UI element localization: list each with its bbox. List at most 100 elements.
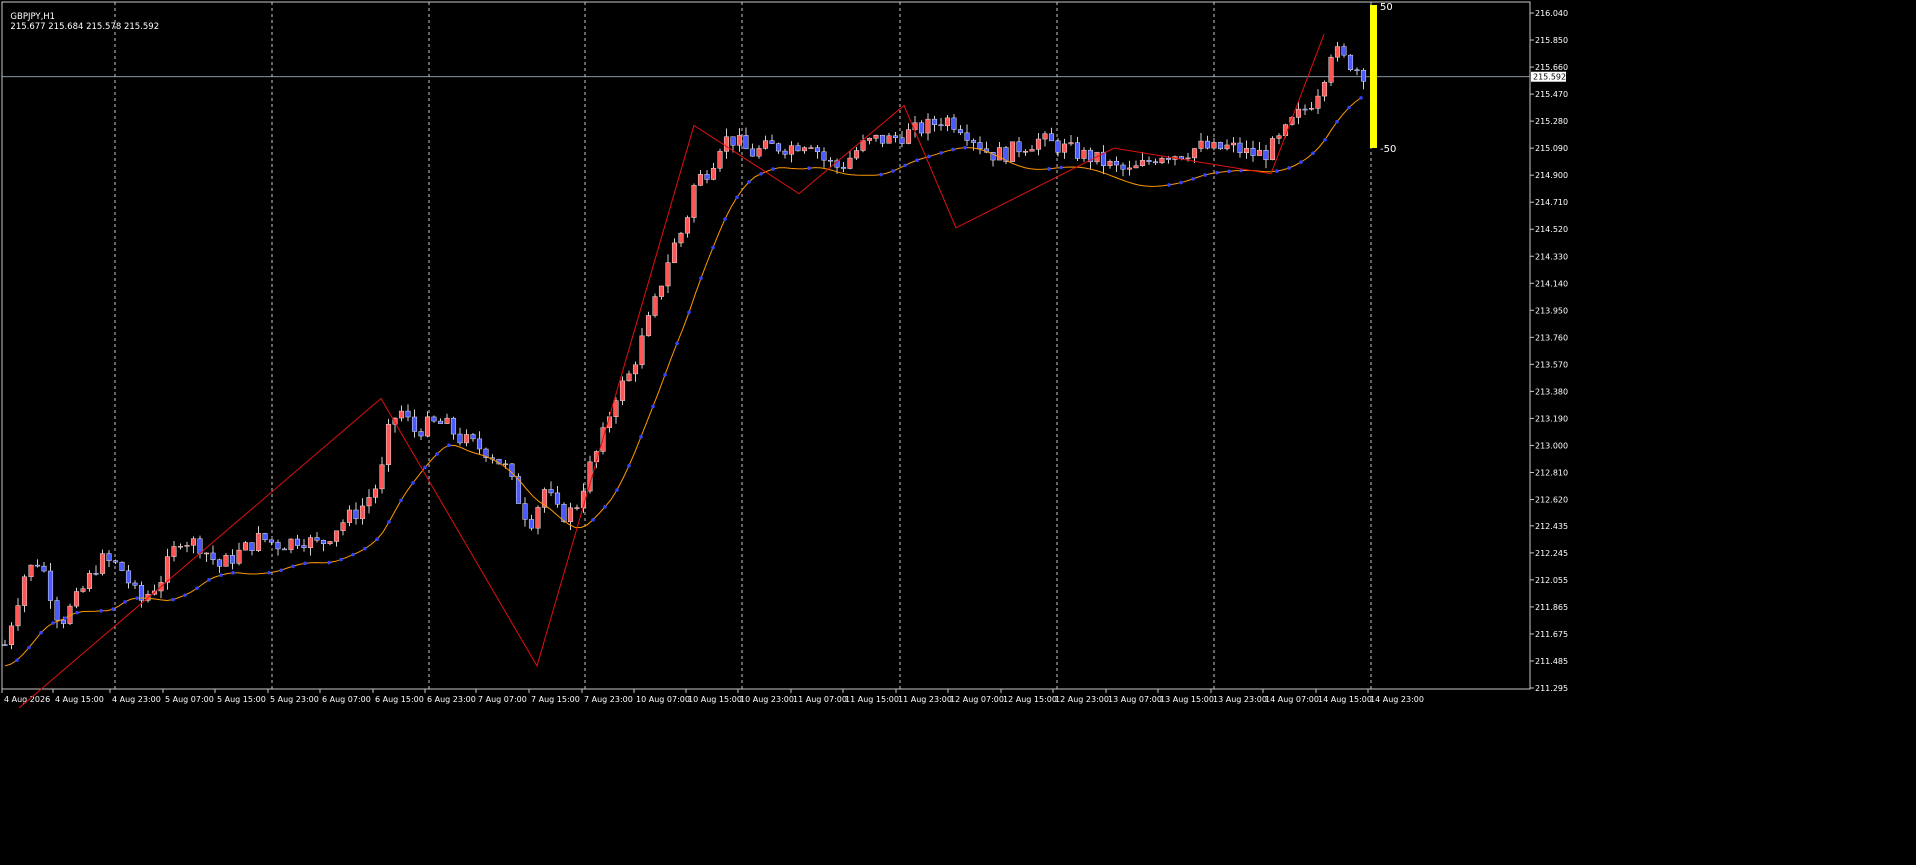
bull-candle bbox=[424, 416, 431, 437]
trend-dot bbox=[99, 608, 103, 613]
bull-candle bbox=[1133, 165, 1139, 169]
bear-candle bbox=[1263, 150, 1269, 161]
bull-candle bbox=[535, 507, 541, 529]
bull-candle bbox=[1159, 157, 1165, 164]
bear-candle bbox=[301, 545, 307, 548]
trend-dot bbox=[1167, 183, 1171, 187]
trend-dot bbox=[603, 504, 607, 509]
bull-candle bbox=[697, 174, 704, 186]
bull-candle bbox=[847, 157, 853, 169]
time-tick-label: 14 Aug 15:00 bbox=[1318, 695, 1372, 704]
trend-dot bbox=[1047, 167, 1051, 171]
bull-candle bbox=[756, 148, 762, 157]
price-tick-label: 211.865 bbox=[1535, 603, 1568, 612]
bear-candle bbox=[1217, 142, 1224, 150]
bear-candle bbox=[554, 492, 561, 505]
bear-candle bbox=[34, 564, 41, 567]
bull-candle bbox=[288, 538, 294, 550]
bear-candle bbox=[840, 166, 847, 169]
trend-dot bbox=[75, 610, 79, 615]
bull-candle bbox=[255, 533, 262, 552]
bull-candle bbox=[1321, 82, 1328, 97]
trend-dot bbox=[651, 404, 655, 409]
time-tick-label: 11 Aug 23:00 bbox=[898, 695, 952, 704]
trend-dot bbox=[435, 452, 439, 456]
bull-candle bbox=[1198, 140, 1204, 149]
bull-candle bbox=[866, 138, 873, 141]
trend-dot bbox=[327, 560, 331, 565]
bear-candle bbox=[1113, 160, 1120, 166]
bear-candle bbox=[268, 539, 275, 543]
bull-candle bbox=[1334, 46, 1341, 58]
current-price-label: 215.592 bbox=[1533, 73, 1566, 82]
trend-dot bbox=[879, 172, 883, 177]
price-tick-label: 213.950 bbox=[1535, 306, 1568, 315]
trend-dot bbox=[303, 561, 307, 566]
bear-candle bbox=[957, 129, 964, 134]
bull-candle bbox=[223, 555, 229, 567]
bull-candle bbox=[652, 296, 658, 316]
bear-candle bbox=[782, 150, 788, 155]
bear-candle bbox=[931, 118, 938, 125]
bear-candle bbox=[275, 541, 281, 550]
trend-dot bbox=[663, 373, 667, 377]
bear-candle bbox=[899, 137, 905, 144]
price-tick-label: 212.810 bbox=[1535, 468, 1568, 477]
bear-candle bbox=[216, 559, 223, 567]
trend-dot bbox=[183, 593, 187, 597]
bull-candle bbox=[190, 538, 197, 546]
bear-candle bbox=[249, 542, 255, 552]
bear-candle bbox=[457, 433, 463, 444]
bull-candle bbox=[1315, 95, 1321, 109]
trend-dot bbox=[351, 552, 355, 557]
bear-candle bbox=[548, 489, 554, 494]
bear-candle bbox=[314, 537, 320, 541]
time-tick-label: 13 Aug 07:00 bbox=[1108, 695, 1162, 704]
bull-candle bbox=[327, 541, 333, 544]
trend-dot bbox=[375, 537, 379, 542]
price-tick-label: 214.710 bbox=[1535, 198, 1568, 207]
time-tick-label: 11 Aug 15:00 bbox=[845, 695, 899, 704]
bull-candle bbox=[613, 400, 619, 417]
trend-dot bbox=[675, 341, 679, 346]
trend-dot bbox=[1347, 105, 1351, 110]
bull-candle bbox=[860, 140, 866, 151]
bear-candle bbox=[730, 136, 736, 146]
bull-candle bbox=[184, 545, 190, 547]
trend-dot bbox=[1179, 180, 1183, 185]
time-tick-label: 5 Aug 15:00 bbox=[217, 695, 266, 704]
bull-candle bbox=[1042, 133, 1048, 140]
bull-candle bbox=[502, 463, 509, 466]
bull-candle bbox=[444, 417, 450, 424]
bear-candle bbox=[294, 538, 301, 546]
trend-dot bbox=[63, 616, 67, 620]
bull-candle bbox=[619, 380, 626, 401]
price-chart[interactable]: 216.040 215.850 215.660 215.470 215.280 215.0… bbox=[0, 0, 1568, 708]
trend-dot bbox=[27, 645, 31, 650]
time-tick-label: 13 Aug 23:00 bbox=[1213, 695, 1267, 704]
bull-candle bbox=[1022, 151, 1029, 153]
trend-dot bbox=[267, 570, 271, 575]
trend-dot bbox=[15, 658, 19, 662]
bull-candle bbox=[398, 410, 405, 419]
trend-dot bbox=[123, 600, 127, 604]
price-tick-label: 214.520 bbox=[1535, 225, 1568, 234]
bear-candle bbox=[528, 519, 535, 529]
bull-candle bbox=[333, 530, 340, 542]
bull-candle bbox=[1256, 150, 1263, 156]
bull-candle bbox=[242, 542, 249, 551]
bull-candle bbox=[1211, 142, 1217, 149]
time-tick-label: 6 Aug 15:00 bbox=[375, 695, 424, 704]
bull-candle bbox=[8, 625, 15, 646]
bull-candle bbox=[28, 564, 34, 578]
bull-candle bbox=[1230, 142, 1237, 146]
bull-candle bbox=[21, 576, 28, 606]
bull-candle bbox=[1243, 148, 1250, 154]
trend-dot bbox=[687, 310, 691, 315]
bear-candle bbox=[450, 417, 457, 435]
bear-candle bbox=[1120, 164, 1126, 170]
price-tick-label: 214.900 bbox=[1535, 171, 1568, 180]
bull-candle bbox=[1269, 138, 1276, 161]
bear-candle bbox=[411, 416, 418, 432]
bull-candle bbox=[1035, 138, 1042, 150]
